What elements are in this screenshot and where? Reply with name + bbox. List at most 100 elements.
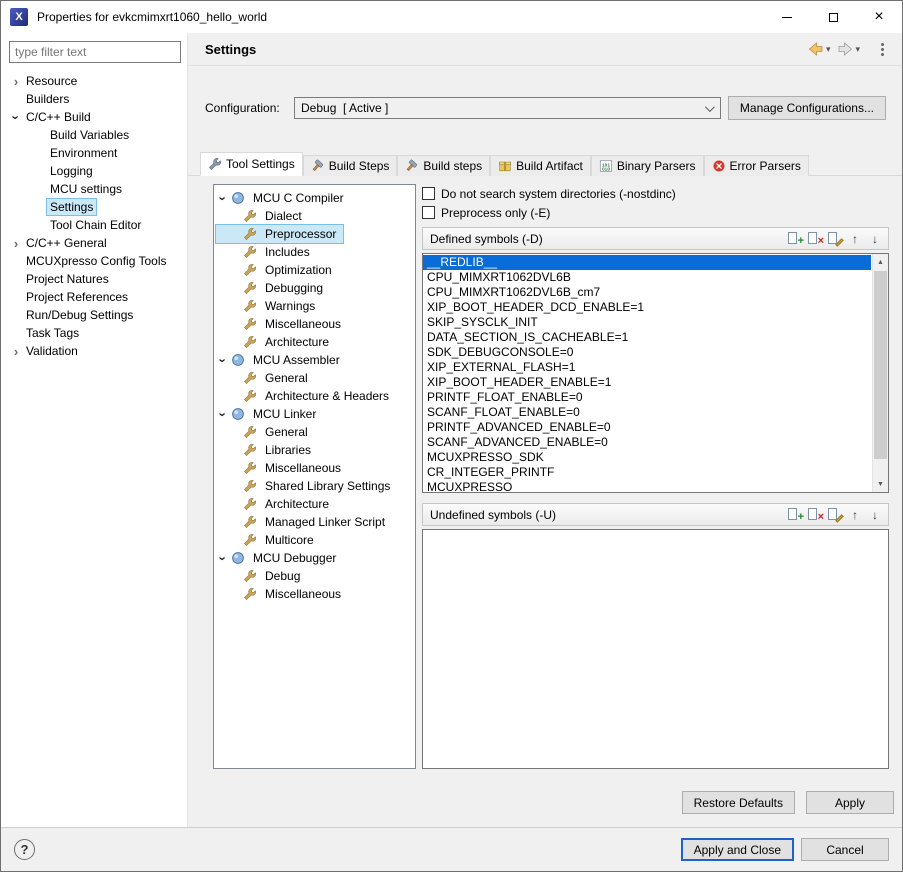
symbol-row[interactable]: XIP_BOOT_HEADER_DCD_ENABLE=1 [423, 300, 871, 315]
tool-item-debugging[interactable]: Debugging [216, 279, 330, 297]
twisty-icon[interactable] [9, 75, 23, 88]
tab-build-steps-2[interactable]: 101010 Build steps [397, 155, 490, 176]
tool-item-warnings[interactable]: Warnings [216, 297, 322, 315]
tool-item-linker-miscellaneous[interactable]: Miscellaneous [216, 459, 348, 477]
twisty-icon[interactable] [216, 354, 230, 367]
forward-dropdown-icon[interactable]: ▾ [855, 44, 860, 55]
move-down-icon[interactable]: ↓ [865, 230, 885, 248]
tool-item-assembler-general[interactable]: General [216, 369, 315, 387]
tool-item-dialect[interactable]: Dialect [216, 207, 309, 225]
sidebar-item-mcu-settings[interactable]: MCU settings [9, 180, 129, 198]
symbol-row[interactable]: CPU_MIMXRT1062DVL6B [423, 270, 871, 285]
view-menu-icon[interactable] [875, 41, 890, 58]
add-icon[interactable]: + [785, 506, 805, 524]
tool-item-mcu-debugger[interactable]: MCU Debugger [216, 549, 343, 567]
twisty-icon[interactable] [9, 237, 23, 250]
sidebar-item-tool-chain-editor[interactable]: Tool Chain Editor [9, 216, 148, 234]
symbol-row[interactable]: MCUXPRESSO_SDK [423, 450, 871, 465]
minimize-button[interactable] [764, 1, 810, 33]
scroll-down-icon[interactable]: ▼ [873, 476, 888, 492]
move-down-icon[interactable]: ↓ [865, 506, 885, 524]
checkbox[interactable] [422, 206, 435, 219]
symbol-row[interactable]: SCANF_FLOAT_ENABLE=0 [423, 405, 871, 420]
cancel-button[interactable]: Cancel [801, 838, 889, 861]
twisty-icon[interactable] [216, 192, 230, 205]
checkbox[interactable] [422, 187, 435, 200]
tool-item-debug[interactable]: Debug [216, 567, 307, 585]
tab-binary-parsers[interactable]: 101010 Binary Parsers [591, 155, 704, 176]
back-dropdown-icon[interactable]: ▾ [826, 44, 831, 55]
tool-item-multicore[interactable]: Multicore [216, 531, 321, 549]
sidebar-item-run-debug-settings[interactable]: Run/Debug Settings [9, 306, 140, 324]
sidebar-item-project-references[interactable]: Project References [9, 288, 135, 306]
symbol-row[interactable]: CR_INTEGER_PRINTF [423, 465, 871, 480]
sidebar-item-resource[interactable]: Resource [9, 72, 84, 90]
delete-icon[interactable]: × [805, 506, 825, 524]
move-up-icon[interactable]: ↑ [845, 230, 865, 248]
back-button[interactable]: ▾ [806, 39, 833, 59]
tool-item-optimization[interactable]: Optimization [216, 261, 339, 279]
sidebar-item-mcuxpresso-config-tools[interactable]: MCUXpresso Config Tools [9, 252, 174, 270]
twisty-icon[interactable] [9, 111, 23, 124]
tool-item-libraries[interactable]: Libraries [216, 441, 318, 459]
twisty-icon[interactable] [216, 408, 230, 421]
tool-item-debugger-miscellaneous[interactable]: Miscellaneous [216, 585, 348, 603]
symbol-row[interactable]: PRINTF_FLOAT_ENABLE=0 [423, 390, 871, 405]
manage-configurations-button[interactable]: Manage Configurations... [728, 96, 886, 120]
symbol-row[interactable]: PRINTF_ADVANCED_ENABLE=0 [423, 420, 871, 435]
edit-icon[interactable] [825, 506, 845, 524]
close-button[interactable]: × [856, 1, 902, 33]
scrollbar[interactable]: ▲ ▼ [872, 254, 888, 492]
add-icon[interactable]: + [785, 230, 805, 248]
tool-item-linker-architecture[interactable]: Architecture [216, 495, 336, 513]
scrollbar-thumb[interactable] [874, 271, 887, 459]
apply-button[interactable]: Apply [806, 791, 894, 814]
sidebar-item-validation[interactable]: Validation [9, 342, 85, 360]
sidebar-item-logging[interactable]: Logging [9, 162, 100, 180]
sidebar-item-project-natures[interactable]: Project Natures [9, 270, 116, 288]
symbol-row[interactable]: DATA_SECTION_IS_CACHEABLE=1 [423, 330, 871, 345]
configuration-select[interactable]: Debug [ Active ] [294, 97, 721, 119]
tool-item-mcu-assembler[interactable]: MCU Assembler [216, 351, 347, 369]
sidebar-item-builders[interactable]: Builders [9, 90, 76, 108]
symbol-row[interactable]: SDK_DEBUGCONSOLE=0 [423, 345, 871, 360]
symbol-row[interactable]: CPU_MIMXRT1062DVL6B_cm7 [423, 285, 871, 300]
tool-item-compiler-architecture[interactable]: Architecture [216, 333, 336, 351]
tool-item-mcu-linker[interactable]: MCU Linker [216, 405, 323, 423]
symbol-row[interactable]: __REDLIB__ [423, 255, 871, 270]
help-icon[interactable]: ? [14, 839, 35, 860]
tab-tool-settings[interactable]: 101010 Tool Settings [200, 152, 303, 176]
tab-build-steps[interactable]: 101010 Build Steps [303, 155, 398, 176]
undefined-symbols-list[interactable] [422, 529, 889, 769]
delete-icon[interactable]: × [805, 230, 825, 248]
move-up-icon[interactable]: ↑ [845, 506, 865, 524]
twisty-icon[interactable] [216, 552, 230, 565]
tool-item-architecture-headers[interactable]: Architecture & Headers [216, 387, 396, 405]
filter-input[interactable] [9, 41, 181, 63]
sidebar-item-build-variables[interactable]: Build Variables [9, 126, 136, 144]
twisty-icon[interactable] [9, 345, 23, 358]
edit-icon[interactable] [825, 230, 845, 248]
symbol-row[interactable]: XIP_BOOT_HEADER_ENABLE=1 [423, 375, 871, 390]
restore-defaults-button[interactable]: Restore Defaults [682, 791, 795, 814]
symbol-row[interactable]: SCANF_ADVANCED_ENABLE=0 [423, 435, 871, 450]
sidebar-item-cpp-build[interactable]: C/C++ Build [9, 108, 98, 126]
sidebar-item-task-tags[interactable]: Task Tags [9, 324, 86, 342]
tool-item-mcu-c-compiler[interactable]: MCU C Compiler [216, 189, 351, 207]
tool-item-preprocessor[interactable]: Preprocessor [216, 225, 343, 243]
forward-button[interactable]: ▾ [835, 39, 862, 59]
symbol-row[interactable]: MCUXPRESSO [423, 480, 871, 492]
sidebar-item-settings[interactable]: Settings [9, 198, 100, 216]
maximize-button[interactable] [810, 1, 856, 33]
sidebar-item-environment[interactable]: Environment [9, 144, 124, 162]
tool-item-shared-library-settings[interactable]: Shared Library Settings [216, 477, 397, 495]
tool-item-compiler-miscellaneous[interactable]: Miscellaneous [216, 315, 348, 333]
tool-item-managed-linker-script[interactable]: Managed Linker Script [216, 513, 392, 531]
scroll-up-icon[interactable]: ▲ [873, 254, 888, 270]
tab-error-parsers[interactable]: 101010 Error Parsers [704, 155, 809, 176]
tool-item-linker-general[interactable]: General [216, 423, 315, 441]
symbol-row[interactable]: XIP_EXTERNAL_FLASH=1 [423, 360, 871, 375]
apply-and-close-button[interactable]: Apply and Close [681, 838, 794, 861]
tool-item-includes[interactable]: Includes [216, 243, 317, 261]
tab-build-artifact[interactable]: 101010 Build Artifact [490, 155, 591, 176]
